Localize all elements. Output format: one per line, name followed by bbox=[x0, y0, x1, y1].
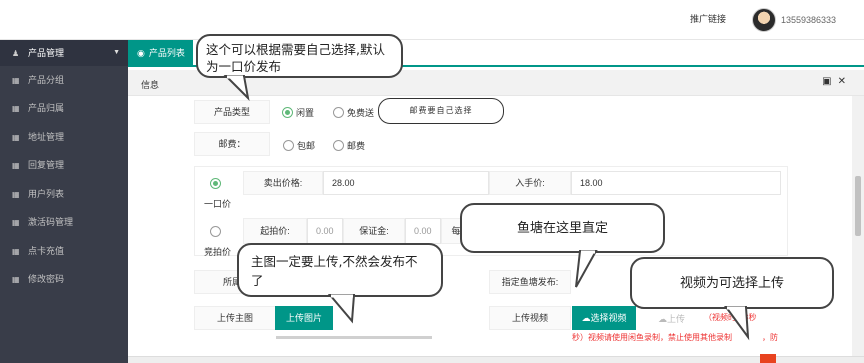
deposit-label: 保证金: bbox=[343, 218, 405, 244]
sidebar-item-users[interactable]: ▦ 用户列表 bbox=[0, 181, 128, 207]
top-bar: 推广链接 13559386333 bbox=[0, 0, 864, 40]
radio-postage-free[interactable]: 包邮 bbox=[283, 139, 315, 152]
close-icon[interactable]: ✕ bbox=[838, 76, 852, 87]
sidebar-item-label: 产品归属 bbox=[28, 103, 65, 113]
sidebar-head-product-management[interactable]: ♟ 产品管理 ▼ bbox=[0, 40, 128, 66]
sell-price-label: 卖出价格: bbox=[243, 171, 323, 195]
grid-icon: ▦ bbox=[12, 76, 20, 85]
video-note-3: ，防 bbox=[762, 333, 778, 342]
fixed-price-label: 一口价 bbox=[204, 199, 232, 209]
tab-product-list[interactable]: ◉ 产品列表 bbox=[128, 40, 193, 67]
video-note-2: 秒）视频请使用闲鱼录制，禁止使用其他录制 bbox=[572, 333, 732, 342]
annotation-tail bbox=[327, 294, 356, 324]
postage-label: 邮费： bbox=[194, 132, 270, 156]
radio-dot bbox=[333, 107, 344, 118]
select-video-label: 选择视频 bbox=[590, 313, 627, 323]
tab-label: 产品列表 bbox=[148, 48, 185, 58]
radio-dot bbox=[283, 140, 294, 151]
vertical-scrollbar[interactable] bbox=[852, 96, 864, 356]
annotation-tail bbox=[223, 75, 250, 101]
start-price-input[interactable]: 0.00 bbox=[307, 218, 343, 244]
bottom-bar bbox=[128, 356, 864, 363]
radio-fixed-price[interactable] bbox=[210, 178, 224, 189]
upload-label: 上传 bbox=[667, 314, 686, 324]
sidebar-item-label: 激活码管理 bbox=[28, 217, 74, 227]
annotation-tail bbox=[724, 306, 750, 341]
grid-icon: ▦ bbox=[12, 247, 20, 256]
maximize-icon[interactable]: ▣ bbox=[822, 76, 837, 87]
annotation-video: 视频为可选择上传 bbox=[630, 257, 834, 309]
cloud-icon: ☁ bbox=[658, 314, 667, 324]
sidebar-item-label: 地址管理 bbox=[28, 132, 65, 142]
deposit-input[interactable]: 0.00 bbox=[405, 218, 441, 244]
start-price-label: 起拍价: bbox=[243, 218, 307, 244]
sidebar-item-label: 回复管理 bbox=[28, 160, 65, 170]
sidebar-head-label: 产品管理 bbox=[28, 48, 65, 58]
user-phone[interactable]: 13559386333 bbox=[781, 15, 836, 25]
sidebar-item-label: 点卡充值 bbox=[28, 246, 65, 256]
radio-label: 闲置 bbox=[296, 108, 315, 118]
annotation-tail bbox=[575, 250, 598, 288]
radio-type-free[interactable]: 免费送 bbox=[333, 106, 374, 119]
upload-video-label: 上传视频 bbox=[489, 306, 571, 330]
upload-button[interactable]: ☁上传 bbox=[658, 312, 685, 325]
sidebar-item-activation-codes[interactable]: ▦ 激活码管理 bbox=[0, 209, 128, 235]
radio-dot bbox=[333, 140, 344, 151]
dashboard-icon: ◉ bbox=[137, 48, 145, 58]
scrollbar-thumb[interactable] bbox=[855, 176, 861, 236]
sidebar-item-product-ownership[interactable]: ▦ 产品归属 bbox=[0, 95, 128, 121]
sell-price-input[interactable]: 28.00 bbox=[323, 171, 489, 195]
annotation-main-image: 主图一定要上传,不然会发布不了 bbox=[237, 243, 443, 297]
received-price-input[interactable]: 18.00 bbox=[571, 171, 781, 195]
panel-tools: ▣✕ bbox=[822, 76, 852, 87]
radio-label: 邮费 bbox=[347, 141, 366, 151]
upload-main-label: 上传主图 bbox=[194, 306, 276, 330]
postage-hint-button[interactable]: 邮费要自己选择 bbox=[378, 98, 504, 124]
sidebar: ♟ 产品管理 ▼ ▦ 产品分组 ▦ 产品归属 ▦ 地址管理 ▦ 回复管理 ▦ 用户列表 ▦ 激… bbox=[0, 40, 128, 363]
radio-auction[interactable] bbox=[210, 226, 224, 237]
radio-dot bbox=[210, 226, 221, 237]
users-icon: ♟ bbox=[12, 49, 20, 58]
product-type-label: 产品类型 bbox=[194, 100, 270, 124]
select-video-button[interactable]: ☁选择视频 bbox=[572, 306, 636, 330]
promo-link[interactable]: 推广链接 bbox=[690, 12, 726, 25]
annotation-select-price: 这个可以根据需要自己选择,默认为一口价发布 bbox=[196, 34, 403, 78]
radio-postage-paid[interactable]: 邮费 bbox=[333, 139, 365, 152]
radio-label: 免费送 bbox=[347, 108, 375, 118]
sidebar-item-label: 修改密码 bbox=[28, 274, 65, 284]
upload-progress-track bbox=[276, 336, 432, 339]
sidebar-item-label: 用户列表 bbox=[28, 189, 65, 199]
grid-icon: ▦ bbox=[12, 218, 20, 227]
received-price-label: 入手价: bbox=[489, 171, 571, 195]
radio-dot bbox=[210, 178, 221, 189]
annotation-pond: 鱼塘在这里直定 bbox=[460, 203, 665, 253]
sidebar-item-label: 产品分组 bbox=[28, 75, 65, 85]
avatar[interactable] bbox=[752, 8, 776, 32]
radio-label: 包邮 bbox=[297, 141, 316, 151]
grid-icon: ▦ bbox=[12, 190, 20, 199]
caret-down-icon: ▼ bbox=[113, 49, 120, 56]
grid-icon: ▦ bbox=[12, 275, 20, 284]
watermark-logo bbox=[760, 354, 776, 363]
auction-label: 竞拍价 bbox=[204, 247, 232, 257]
sidebar-item-reply[interactable]: ▦ 回复管理 bbox=[0, 152, 128, 178]
radio-type-idle[interactable]: 闲置 bbox=[282, 106, 314, 119]
sidebar-item-change-password[interactable]: ▦ 修改密码 bbox=[0, 266, 128, 292]
pond-label: 指定鱼塘发布: bbox=[489, 270, 571, 294]
panel-title: 信息 bbox=[141, 80, 160, 90]
grid-icon: ▦ bbox=[12, 104, 20, 113]
radio-dot bbox=[282, 107, 293, 118]
sidebar-item-product-groups[interactable]: ▦ 产品分组 bbox=[0, 67, 128, 93]
grid-icon: ▦ bbox=[12, 133, 20, 142]
sidebar-item-address[interactable]: ▦ 地址管理 bbox=[0, 124, 128, 150]
sidebar-item-card-recharge[interactable]: ▦ 点卡充值 bbox=[0, 238, 128, 264]
grid-icon: ▦ bbox=[12, 161, 20, 170]
